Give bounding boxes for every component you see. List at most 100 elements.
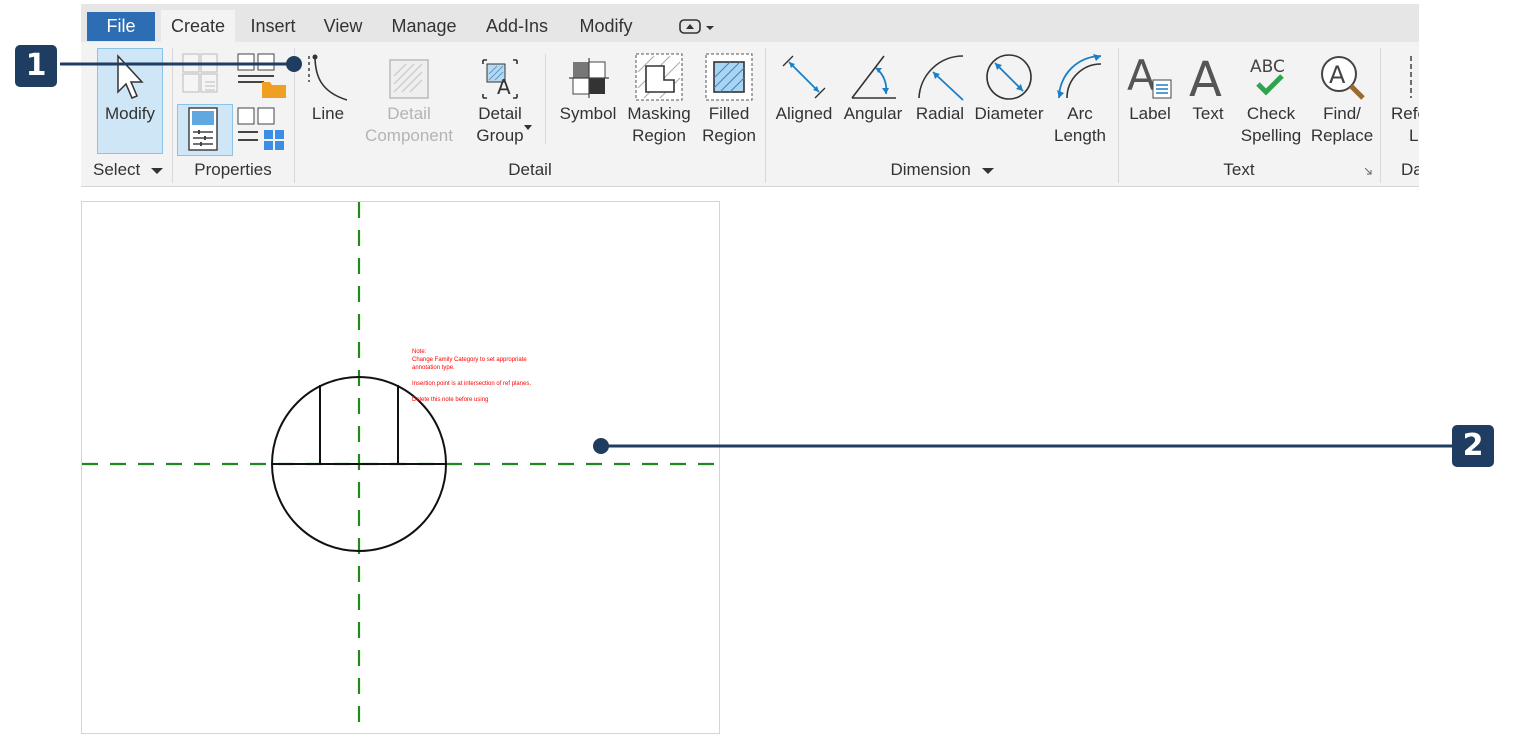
- filled-region-icon: [705, 53, 753, 101]
- ribbon-minimize-button[interactable]: [675, 10, 721, 42]
- note-spacer: [412, 372, 531, 380]
- family-category-button[interactable]: [234, 50, 286, 98]
- radial-dimension-button[interactable]: Radial: [909, 48, 971, 152]
- aligned-dimension-icon: [782, 55, 826, 99]
- masking-region-label-line1: Masking: [627, 104, 691, 123]
- family-types-icon: [182, 53, 218, 93]
- ribbon: File Create Insert View Manage Add-Ins M…: [81, 4, 1419, 187]
- dialog-launcher-icon[interactable]: [1365, 168, 1373, 176]
- type-properties-icon: [237, 107, 284, 150]
- chevron-down-icon: [150, 168, 163, 174]
- aligned-label: Aligned: [775, 104, 833, 123]
- check-spelling-label-line1: Check: [1246, 104, 1296, 123]
- detail-group-label-line2: Group: [463, 125, 537, 147]
- check-spelling-label: Check Spelling: [1237, 103, 1305, 147]
- tab-modify[interactable]: Modify: [567, 10, 645, 42]
- angular-dimension-icon: [851, 55, 896, 99]
- tab-manage[interactable]: Manage: [381, 10, 467, 42]
- drawing-canvas[interactable]: [81, 201, 720, 734]
- find-replace-label-line1: Find/: [1323, 104, 1361, 123]
- masking-region-label-line2: Region: [632, 126, 686, 145]
- reference-line-button[interactable]: Refe L: [1385, 48, 1419, 152]
- text-panel-label: Text: [1223, 160, 1255, 179]
- line-icon: [308, 54, 348, 101]
- panel-divider: [765, 48, 766, 183]
- detail-group-label: Detail Group: [463, 103, 537, 147]
- arc-length-dimension-button[interactable]: Arc Length: [1047, 48, 1113, 152]
- note-spacer: [412, 388, 531, 396]
- ribbon-tab-bar: File Create Insert View Manage Add-Ins M…: [81, 4, 1419, 42]
- tab-add-ins[interactable]: Add-Ins: [477, 10, 557, 42]
- label-icon: A: [1127, 52, 1172, 100]
- family-category-icon: [237, 53, 286, 98]
- select-panel-text: Select: [93, 160, 141, 179]
- masking-region-label: Masking Region: [623, 103, 695, 147]
- note-line: Note:: [412, 349, 427, 355]
- radial-dimension-icon: [918, 55, 964, 101]
- dimension-panel-label[interactable]: Dimension: [767, 158, 1117, 182]
- chevron-down-icon: [523, 125, 532, 130]
- select-panel-label[interactable]: Select: [87, 158, 169, 182]
- find-replace-button[interactable]: A Find/ Replace: [1307, 48, 1377, 152]
- arc-length-icon: [1057, 54, 1102, 99]
- label-button[interactable]: A Label: [1121, 48, 1179, 152]
- detail-component-button[interactable]: Detail Component: [357, 48, 461, 152]
- line-button[interactable]: Line: [299, 48, 357, 152]
- symbol-button[interactable]: Symbol: [553, 48, 623, 152]
- aligned-dimension-button[interactable]: Aligned: [769, 48, 839, 152]
- text-button[interactable]: A Text: [1179, 48, 1237, 152]
- drawing-svg: [82, 202, 719, 733]
- diameter-dimension-icon: [986, 54, 1032, 100]
- properties-button[interactable]: [177, 104, 231, 154]
- panel-divider: [545, 54, 546, 144]
- diameter-dimension-button[interactable]: Diameter: [971, 48, 1047, 152]
- symbol-icon: [569, 58, 609, 98]
- reference-line-label-line2: L: [1409, 126, 1419, 145]
- tab-view[interactable]: View: [315, 10, 371, 42]
- svg-text:A: A: [497, 75, 511, 99]
- check-spelling-icon-text: ABC: [1250, 57, 1285, 77]
- modify-button[interactable]: Modify: [97, 48, 163, 152]
- detail-panel-label: Detail: [508, 160, 552, 179]
- text-label: Text: [1192, 104, 1224, 123]
- svg-text:A: A: [1329, 61, 1346, 89]
- diameter-label: Diameter: [974, 104, 1044, 123]
- detail-group-label-line1: Detail: [478, 104, 522, 123]
- tab-create[interactable]: Create: [161, 10, 235, 42]
- arc-length-label: Arc Length: [1047, 103, 1113, 147]
- arc-length-label-line1: Arc: [1067, 104, 1093, 123]
- find-replace-label: Find/ Replace: [1307, 103, 1377, 147]
- detail-component-label-line2: Component: [365, 126, 453, 145]
- properties-icon: [188, 107, 218, 151]
- family-types-button[interactable]: [179, 50, 225, 98]
- tab-insert[interactable]: Insert: [241, 10, 305, 42]
- label-label: Label: [1129, 104, 1171, 123]
- ribbon-toggle-icon: [679, 19, 714, 34]
- panel-divider: [1118, 48, 1119, 183]
- filled-region-button[interactable]: Filled Region: [695, 48, 763, 152]
- masking-region-button[interactable]: Masking Region: [623, 48, 695, 152]
- type-properties-button[interactable]: [234, 104, 286, 154]
- symbol-label: Symbol: [559, 104, 617, 123]
- check-spelling-icon: ABC: [1250, 57, 1285, 96]
- note-line: annotation type.: [412, 365, 455, 371]
- filled-region-label: Filled Region: [695, 103, 763, 147]
- callout-2-badge: 2: [1452, 425, 1494, 467]
- detail-group-button[interactable]: A Detail Group: [463, 48, 537, 152]
- angular-dimension-button[interactable]: Angular: [839, 48, 907, 152]
- instruction-note: Note: Change Family Category to set appr…: [412, 348, 531, 404]
- radial-label: Radial: [915, 104, 965, 123]
- detail-component-icon: [389, 59, 429, 99]
- panel-divider: [1380, 48, 1381, 183]
- datum-panel-label: Da: [1401, 160, 1419, 179]
- text-icon: A: [1189, 52, 1222, 102]
- check-spelling-button[interactable]: ABC Check Spelling: [1237, 48, 1305, 152]
- detail-component-label-line1: Detail: [387, 104, 431, 123]
- callout-1-badge: 1: [15, 45, 57, 87]
- note-line: Insertion point is at intersection of re…: [412, 381, 532, 387]
- line-label: Line: [311, 104, 345, 123]
- filled-region-label-line2: Region: [702, 126, 756, 145]
- tab-file[interactable]: File: [87, 12, 155, 41]
- reference-line-icon: [1410, 56, 1412, 98]
- find-replace-icon: A: [1321, 56, 1365, 100]
